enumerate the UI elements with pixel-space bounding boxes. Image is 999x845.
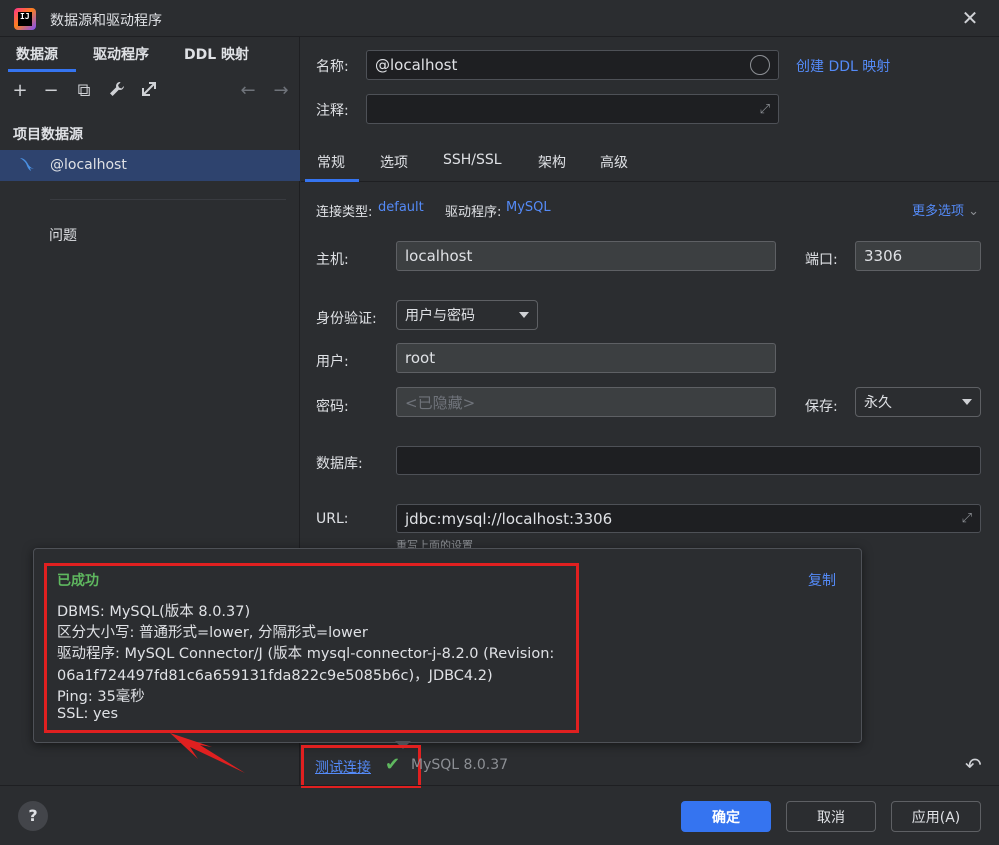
tab-ddl-mappings[interactable]: DDL 映射 <box>184 44 249 64</box>
mysql-dolphin-icon <box>18 155 36 177</box>
name-field[interactable]: @localhost <box>366 50 779 80</box>
save-select[interactable]: 永久 <box>855 387 981 417</box>
duplicate-icon[interactable]: ⧉ <box>73 80 95 102</box>
more-options-label: 更多选项 <box>912 204 965 219</box>
chevron-down-icon: ⌄ <box>968 204 980 219</box>
section-project-data-sources: 项目数据源 <box>13 127 83 143</box>
port-label: 端口: <box>805 252 838 268</box>
checkmark-icon: ✔ <box>385 754 401 775</box>
bottom-divider <box>0 785 999 786</box>
tree-item-localhost[interactable] <box>0 150 300 181</box>
save-label: 保存: <box>805 399 838 415</box>
host-label: 主机: <box>316 252 349 268</box>
url-value: jdbc:mysql://localhost:3306 <box>405 509 613 528</box>
port-field[interactable]: 3306 <box>855 241 981 271</box>
export-icon[interactable] <box>138 80 160 102</box>
auth-select[interactable]: 用户与密码 <box>396 300 538 330</box>
url-field[interactable]: jdbc:mysql://localhost:3306 ⤢ <box>396 504 981 533</box>
tab-advanced[interactable]: 高级 <box>600 152 628 172</box>
name-label: 名称: <box>316 59 349 75</box>
help-button[interactable]: ? <box>18 801 48 831</box>
database-field[interactable] <box>396 446 981 475</box>
mysql-version: MySQL 8.0.37 <box>411 757 509 773</box>
expand-icon[interactable]: ⤢ <box>962 511 972 526</box>
expand-icon[interactable]: ⤢ <box>760 102 770 117</box>
close-icon[interactable]: ✕ <box>958 6 982 30</box>
driver-link[interactable]: MySQL <box>506 200 551 215</box>
comment-label: 注释: <box>316 103 349 119</box>
tab-divider <box>301 181 999 182</box>
info-line-case: 区分大小写: 普通形式=lower, 分隔形式=lower <box>57 625 368 641</box>
app-logo-icon: IJ <box>14 8 36 30</box>
success-status: 已成功 <box>57 573 99 589</box>
info-line-driver: 驱动程序: MySQL Connector/J (版本 mysql-connec… <box>57 646 555 662</box>
password-label: 密码: <box>316 399 349 415</box>
save-value: 永久 <box>864 395 892 411</box>
tab-ssh-ssl[interactable]: SSH/SSL <box>443 152 502 168</box>
comment-field[interactable]: ⤢ <box>366 94 779 124</box>
tab-schemas[interactable]: 架构 <box>538 152 566 172</box>
database-label: 数据库: <box>316 456 363 472</box>
active-tab-indicator <box>305 179 359 182</box>
dropdown-caret-icon <box>519 312 529 318</box>
red-arrow-annotation <box>170 733 245 773</box>
color-circle-icon[interactable] <box>750 55 770 75</box>
create-ddl-mapping-link[interactable]: 创建 DDL 映射 <box>796 56 890 76</box>
tab-general[interactable]: 常规 <box>317 152 345 172</box>
tab-drivers[interactable]: 驱动程序 <box>93 44 149 64</box>
info-line-driver-cont: 06a1f724497fd81c6a659131fda822c9e5085b6c… <box>57 668 493 684</box>
wrench-icon[interactable] <box>106 80 128 102</box>
more-options-link[interactable]: 更多选项 ⌄ <box>912 200 979 219</box>
dropdown-caret-icon <box>962 399 972 405</box>
name-value: @localhost <box>375 56 458 74</box>
tab-data-sources[interactable]: 数据源 <box>16 44 58 64</box>
driver-label: 驱动程序: <box>445 205 502 220</box>
problems-label[interactable]: 问题 <box>49 225 77 245</box>
info-line-ping: Ping: 35毫秒 <box>57 689 145 705</box>
connection-type-label: 连接类型: <box>316 205 373 220</box>
user-field[interactable]: root <box>396 343 776 373</box>
remove-icon[interactable]: − <box>40 80 62 102</box>
divider <box>50 199 286 200</box>
url-label: URL: <box>316 511 349 527</box>
undo-icon[interactable]: ↶ <box>965 753 982 777</box>
auth-label: 身份验证: <box>316 311 377 327</box>
password-field[interactable]: <已隐藏> <box>396 387 776 417</box>
back-arrow-icon[interactable]: ← <box>237 80 259 102</box>
copy-link[interactable]: 复制 <box>808 570 836 590</box>
auth-value: 用户与密码 <box>405 308 475 324</box>
test-connection-link[interactable]: 测试连接 <box>315 757 371 777</box>
apply-button[interactable]: 应用(A) <box>891 801 981 832</box>
host-field[interactable]: localhost <box>396 241 776 271</box>
active-tab-indicator <box>8 69 76 72</box>
tree-item-label: @localhost <box>50 157 127 173</box>
cancel-button[interactable]: 取消 <box>786 801 876 832</box>
window-title: 数据源和驱动程序 <box>50 13 162 29</box>
connection-type-link[interactable]: default <box>378 200 424 215</box>
ok-button[interactable]: 确定 <box>681 801 771 832</box>
info-line-ssl: SSL: yes <box>57 706 119 722</box>
tab-options[interactable]: 选项 <box>380 152 408 172</box>
user-label: 用户: <box>316 354 349 370</box>
add-icon[interactable]: + <box>9 80 31 102</box>
forward-arrow-icon[interactable]: → <box>270 80 292 102</box>
info-line-dbms: DBMS: MySQL(版本 8.0.37) <box>57 604 251 620</box>
